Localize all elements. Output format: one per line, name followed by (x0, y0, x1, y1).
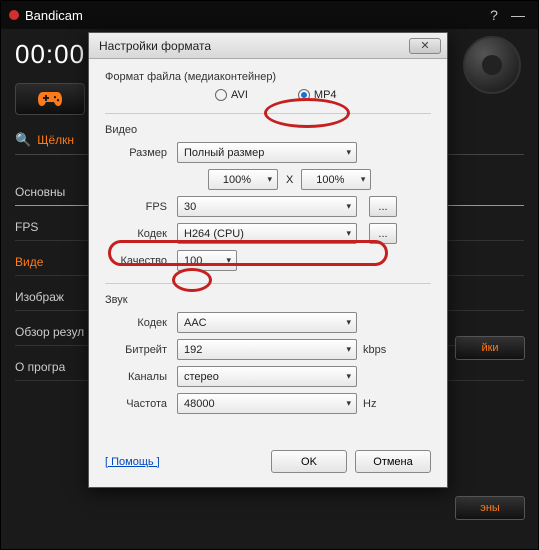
audio-group-title: Звук (105, 294, 431, 306)
ok-button[interactable]: OK (271, 450, 347, 473)
cancel-button[interactable]: Отмена (355, 450, 431, 473)
fps-more-button[interactable]: ... (369, 196, 397, 217)
bitrate-unit: kbps (363, 344, 386, 356)
dialog-footer: [ Помощь ] OK Отмена (89, 436, 447, 487)
channels-select[interactable]: стерео (177, 366, 357, 387)
format-avi-label: AVI (231, 89, 248, 101)
vcodec-more-button[interactable]: ... (369, 223, 397, 244)
record-dot-icon (9, 10, 19, 20)
format-group-title: Формат файла (медиаконтейнер) (105, 71, 431, 83)
radio-icon (215, 89, 227, 101)
bitrate-label: Битрейт (105, 344, 177, 356)
vcodec-label: Кодек (105, 228, 177, 240)
bitrate-select[interactable]: 192 (177, 339, 357, 360)
audio-group: Звук Кодек AAC Битрейт 192 kbps Каналы с… (105, 294, 431, 414)
game-mode-button[interactable] (15, 83, 85, 115)
acodec-label: Кодек (105, 317, 177, 329)
format-mp4-label: MP4 (314, 89, 337, 101)
freq-label: Частота (105, 398, 177, 410)
format-group: Формат файла (медиаконтейнер) AVI MP4 (105, 71, 431, 101)
freq-select[interactable]: 48000 (177, 393, 357, 414)
channels-label: Каналы (105, 371, 177, 383)
video-group-title: Видео (105, 124, 431, 136)
quality-select[interactable]: 100 (177, 250, 237, 271)
format-avi-radio[interactable]: AVI (215, 89, 248, 101)
search-icon: 🔍 (15, 132, 31, 148)
scale-x-label: X (286, 174, 293, 186)
acodec-select[interactable]: AAC (177, 312, 357, 333)
timer-display: 00:00 (15, 39, 85, 70)
record-button[interactable] (463, 36, 521, 94)
quality-label: Качество (105, 255, 177, 267)
radio-icon (298, 89, 310, 101)
gamepad-icon (37, 90, 63, 108)
video-group: Видео Размер Полный размер 100% X 100% F… (105, 124, 431, 271)
size-label: Размер (105, 147, 177, 159)
minimize-button[interactable]: — (506, 5, 530, 25)
format-mp4-radio[interactable]: MP4 (298, 89, 337, 101)
buttons-button[interactable]: эны (455, 496, 525, 520)
dialog-titlebar: Настройки формата ✕ (89, 33, 447, 59)
settings-button[interactable]: йки (455, 336, 525, 360)
app-title: Bandicam (25, 8, 83, 23)
freq-unit: Hz (363, 398, 376, 410)
help-button[interactable]: ? (482, 5, 506, 25)
size-select[interactable]: Полный размер (177, 142, 357, 163)
scale-width-select[interactable]: 100% (208, 169, 278, 190)
vcodec-select[interactable]: H264 (CPU) (177, 223, 357, 244)
format-settings-dialog: Настройки формата ✕ Формат файла (медиак… (88, 32, 448, 488)
fps-select[interactable]: 30 (177, 196, 357, 217)
dialog-title: Настройки формата (99, 39, 211, 53)
help-link[interactable]: [ Помощь ] (105, 456, 160, 468)
main-titlebar: Bandicam ? — (1, 1, 538, 29)
fps-label: FPS (105, 201, 177, 213)
search-label: Щёлкн (37, 133, 74, 147)
scale-height-select[interactable]: 100% (301, 169, 371, 190)
close-button[interactable]: ✕ (409, 38, 441, 54)
